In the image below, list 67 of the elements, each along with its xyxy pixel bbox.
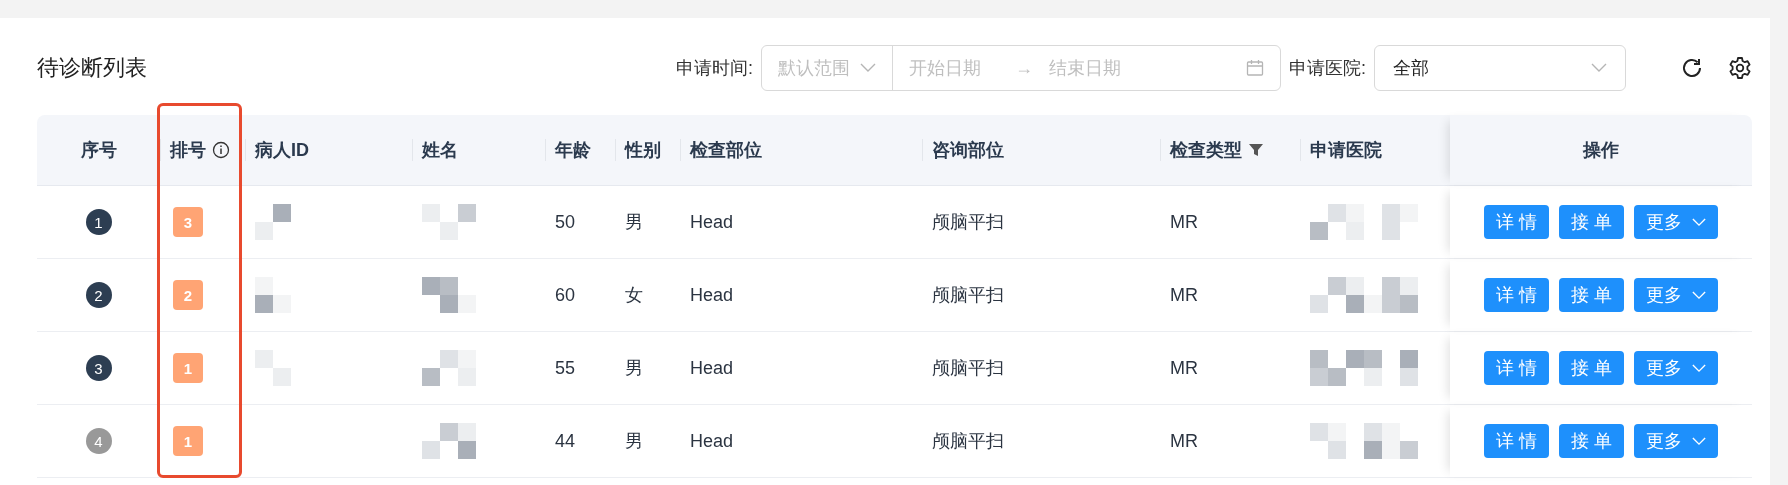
action-button[interactable]: 接 单 [1559,351,1624,385]
table-cell-text: 男 [625,211,643,234]
more-button[interactable]: 更多 [1634,424,1718,458]
hospital-select[interactable]: 全部 [1374,45,1626,91]
table-cell-text: 女 [625,284,643,307]
action-button[interactable]: 详 情 [1484,205,1549,239]
more-button[interactable]: 更多 [1634,351,1718,385]
row-number: 2 [85,282,112,308]
table-cell: Head [690,357,734,379]
table-cell: MR [1170,430,1198,452]
table-cell: MR [1170,357,1198,379]
page-title: 待诊断列表 [37,54,147,82]
more-button[interactable]: 更多 [1634,205,1718,239]
table-cell: 60 [555,284,576,306]
table-cell: Head [690,211,734,233]
rank-badge: 1 [173,426,203,456]
table-cell-text: 男 [625,430,643,453]
date-range-field[interactable]: 默认范围 开始日期 → 结束日期 [761,45,1281,91]
rank-badge: 1 [173,353,203,383]
settings-icon[interactable] [1728,56,1752,80]
action-button[interactable]: 接 单 [1559,424,1624,458]
column-header: 姓名 [422,139,458,162]
action-button[interactable]: 接 单 [1559,205,1624,239]
column-header: 操作 [1583,139,1619,162]
chevron-down-icon [1692,436,1706,446]
column-header: 检查类型 [1170,139,1242,162]
table-cell: Head [690,430,734,452]
action-button[interactable]: 详 情 [1484,424,1549,458]
filter-label: 申请医院: [1289,57,1366,80]
table-cell-text: 颅脑平扫 [932,357,1004,380]
rank-badge: 2 [173,280,203,310]
chevron-down-icon [1692,290,1706,300]
table-cell: MR [1170,211,1198,233]
table-cell: Head [690,284,734,306]
action-button[interactable]: 详 情 [1484,278,1549,312]
row-number: 1 [85,209,112,235]
filter-icon[interactable] [1248,142,1264,158]
table-cell: 44 [555,430,576,452]
row-number: 4 [85,428,112,454]
column-header: 检查部位 [690,139,762,162]
column-header: 序号 [80,139,117,162]
action-button[interactable]: 接 单 [1559,278,1624,312]
chevron-down-icon [1692,217,1706,227]
info-icon[interactable] [212,141,230,159]
table-cell: 55 [555,357,576,379]
table-cell-text: 颅脑平扫 [932,284,1004,307]
action-button[interactable]: 详 情 [1484,351,1549,385]
column-header: 年龄 [555,139,591,162]
column-header: 排号 [170,139,206,162]
calendar-icon [1246,59,1264,77]
column-header: 病人ID [255,139,309,162]
table-cell-text: 颅脑平扫 [932,211,1004,234]
column-header: 性别 [625,139,661,162]
table-cell: MR [1170,284,1198,306]
table-cell-text: 颅脑平扫 [932,430,1004,453]
row-number: 3 [85,355,112,381]
chevron-down-icon [1692,363,1706,373]
table-cell: 50 [555,211,576,233]
column-header: 申请医院 [1310,139,1382,162]
more-button[interactable]: 更多 [1634,278,1718,312]
rank-badge: 3 [173,207,203,237]
table-cell-text: 男 [625,357,643,380]
filter-label: 申请时间: [675,57,753,80]
chevron-down-icon [1591,63,1607,73]
refresh-icon[interactable] [1680,56,1704,80]
column-header: 咨询部位 [932,139,1004,162]
chevron-down-icon [860,63,876,73]
